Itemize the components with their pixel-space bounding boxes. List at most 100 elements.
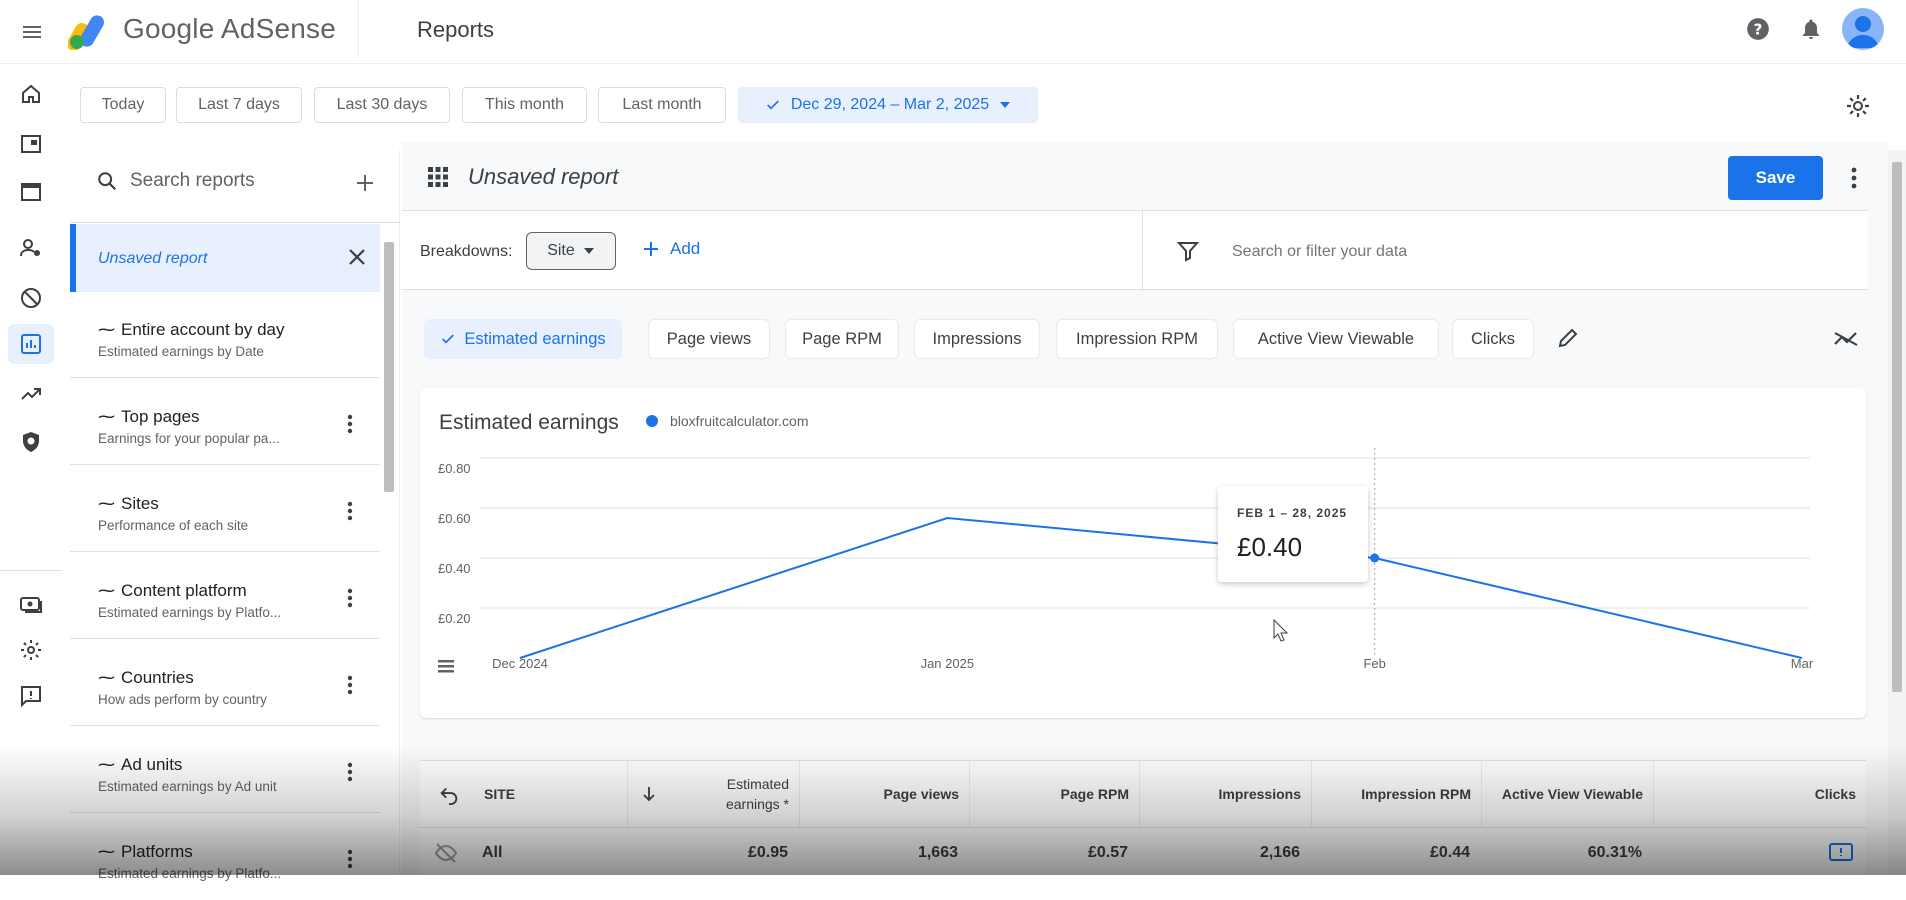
policy-center-icon[interactable]	[8, 422, 54, 462]
site-column-header[interactable]: SITE	[420, 761, 628, 827]
active-view-viewable-column-header[interactable]: Active View Viewable	[1482, 761, 1654, 827]
report-item[interactable]: ⁓ Entire account by day Estimated earning…	[70, 292, 380, 378]
more-vert-icon[interactable]	[338, 583, 362, 613]
add-report-plus-icon[interactable]	[350, 168, 380, 198]
rail-divider	[0, 570, 62, 571]
more-vert-icon[interactable]	[338, 757, 362, 787]
page-rpm-column-header[interactable]: Page RPM	[970, 761, 1140, 827]
report-item-title: Entire account by day	[121, 320, 285, 339]
report-item-unsaved[interactable]: Unsaved report	[70, 224, 380, 292]
date-chip-this-month[interactable]: This month	[462, 87, 587, 123]
metric-chip-active-view-viewable[interactable]: Active View Viewable	[1233, 319, 1439, 359]
report-item[interactable]: ⁓ Sites Performance of each site	[70, 466, 380, 552]
visibility-off-icon[interactable]	[434, 841, 458, 865]
cell-impressions: 2,166	[1259, 844, 1300, 861]
filter-icon[interactable]	[1176, 239, 1202, 265]
report-title[interactable]: Unsaved report	[468, 164, 618, 190]
sparkle-icon: ⁓	[98, 320, 115, 339]
cell-page-rpm: £0.57	[1087, 844, 1128, 861]
unsaved-report-label: Unsaved report	[98, 250, 208, 267]
breakdown-chip-site[interactable]: Site	[526, 232, 616, 270]
metric-chip-impressions[interactable]: Impressions	[914, 319, 1040, 359]
date-chip-today[interactable]: Today	[80, 87, 166, 123]
date-range-picker[interactable]: Dec 29, 2024 – Mar 2, 2025	[738, 87, 1038, 123]
metric-chip-page-rpm[interactable]: Page RPM	[785, 319, 899, 359]
panel-scrollbar-thumb[interactable]	[384, 242, 394, 492]
date-chip-last-7-days[interactable]: Last 7 days	[176, 87, 302, 123]
more-vert-icon[interactable]	[338, 496, 362, 526]
report-item[interactable]: ⁓ Content platform Estimated earnings by …	[70, 553, 380, 639]
impression-rpm-column-header[interactable]: Impression RPM	[1312, 761, 1482, 827]
report-table: SITE Estimated earnings * Page views Pag…	[420, 760, 1866, 875]
metric-chip-estimated-earnings[interactable]: Estimated earnings	[424, 319, 622, 359]
more-vert-icon[interactable]	[1842, 162, 1866, 194]
privacy-messaging-icon[interactable]	[8, 228, 54, 268]
check-icon	[766, 100, 779, 110]
header-estimated-earnings-label: Estimated earnings *	[725, 776, 789, 812]
navigation-rail	[0, 64, 62, 875]
sites-icon[interactable]	[8, 172, 54, 212]
table-toggle-icon[interactable]	[438, 660, 454, 673]
main-scrollbar-thumb[interactable]	[1892, 162, 1902, 692]
cell-impression-rpm: £0.44	[1429, 844, 1470, 861]
metric-chip-impression-rpm[interactable]: Impression RPM	[1056, 319, 1218, 359]
more-vert-icon[interactable]	[338, 409, 362, 439]
report-item-title: Ad units	[121, 755, 183, 774]
help-icon[interactable]: ?	[1740, 11, 1776, 47]
date-chip-last-30-days[interactable]: Last 30 days	[314, 87, 450, 123]
filter-data-input[interactable]	[1232, 243, 1732, 261]
earnings-line-chart[interactable]: £0.80 £0.60 £0.40 £0.20 Dec 2024 Jan 2025 Feb M…	[420, 388, 1866, 718]
report-item-subtitle: Performance of each site	[98, 518, 249, 533]
data-point[interactable]	[1370, 553, 1380, 563]
compare-trend-icon[interactable]	[1832, 324, 1862, 354]
hamburger-menu-icon[interactable]	[14, 14, 50, 50]
feedback-icon[interactable]	[8, 676, 54, 716]
apps-grid-icon[interactable]	[426, 165, 452, 191]
settings-gear-icon[interactable]	[1840, 88, 1876, 124]
account-avatar[interactable]	[1842, 8, 1884, 50]
home-icon[interactable]	[8, 74, 54, 114]
series-line[interactable]	[519, 516, 1803, 659]
report-item[interactable]: ⁓ Ad units Estimated earnings by Ad unit	[70, 727, 380, 813]
metric-chip-page-views[interactable]: Page views	[648, 319, 770, 359]
report-item[interactable]: ⁓ Platforms Estimated earnings by Platfo.…	[70, 814, 380, 900]
saved-reports-panel: Search reports Unsaved report ⁓ Entire ac…	[70, 150, 400, 881]
cell-clicks	[1654, 828, 1866, 878]
tooltip-value: £0.40	[1237, 532, 1303, 562]
report-item[interactable]: ⁓ Top pages Earnings for your popular pa.…	[70, 379, 380, 465]
estimated-earnings-column-header[interactable]: Estimated earnings *	[628, 761, 800, 827]
save-button[interactable]: Save	[1728, 156, 1823, 200]
more-vert-icon[interactable]	[338, 670, 362, 700]
account-settings-icon[interactable]	[8, 630, 54, 670]
page-views-column-header[interactable]: Page views	[800, 761, 970, 827]
reports-icon[interactable]	[8, 324, 54, 364]
notifications-bell-icon[interactable]	[1793, 11, 1829, 47]
close-icon[interactable]	[342, 242, 372, 272]
x-tick-label: Feb	[1363, 656, 1385, 671]
optimization-icon[interactable]	[8, 374, 54, 414]
date-chip-last-month[interactable]: Last month	[598, 87, 726, 123]
check-icon	[442, 334, 455, 344]
sparkle-icon: ⁓	[98, 494, 115, 513]
report-item[interactable]: ⁓ Countries How ads perform by country	[70, 640, 380, 726]
add-breakdown-button[interactable]: Add	[642, 239, 700, 259]
ads-icon[interactable]	[8, 124, 54, 164]
feedback-flag-icon[interactable]	[1828, 842, 1854, 864]
y-tick-label: £0.60	[438, 511, 471, 526]
sort-down-arrow-icon	[643, 787, 655, 802]
report-item-title: Countries	[121, 668, 194, 687]
impressions-column-header[interactable]: Impressions	[1140, 761, 1312, 827]
x-tick-label: Mar	[1791, 656, 1814, 671]
cell-page-views: 1,663	[917, 844, 958, 861]
metric-chip-label: Estimated earnings	[464, 329, 606, 348]
y-tick-label: £0.40	[438, 561, 471, 576]
blocking-controls-icon[interactable]	[8, 278, 54, 318]
edit-pencil-icon[interactable]	[1556, 326, 1584, 354]
more-vert-icon[interactable]	[338, 844, 362, 874]
search-reports-field[interactable]: Search reports	[96, 170, 255, 192]
clicks-column-header[interactable]: Clicks	[1654, 761, 1866, 827]
payments-icon[interactable]	[8, 584, 54, 624]
metric-chip-clicks[interactable]: Clicks	[1452, 319, 1534, 359]
breakdown-chip-label: Site	[547, 242, 575, 259]
report-item-title: Platforms	[121, 842, 193, 861]
